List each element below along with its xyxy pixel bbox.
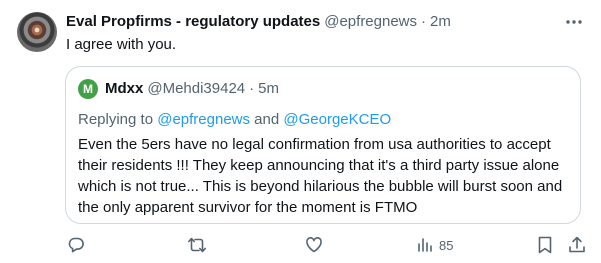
tweet-header: Eval Propfirms - regulatory updates @epf…: [66, 12, 451, 32]
reply-button[interactable]: [67, 234, 85, 256]
quoted-text: Even the 5ers have no legal confirmation…: [78, 136, 563, 216]
avatar[interactable]: [17, 12, 57, 52]
mention-link[interactable]: @GeorgeKCEO: [283, 111, 391, 128]
quoted-tweet[interactable]: M Mdxx @Mehdi39424 · 5m Replying to @epf…: [65, 66, 581, 224]
like-icon: [306, 237, 322, 253]
views-button[interactable]: 85: [417, 234, 453, 256]
tweet[interactable]: Eval Propfirms - regulatory updates @epf…: [0, 0, 601, 263]
like-button[interactable]: [305, 234, 323, 256]
display-name[interactable]: Eval Propfirms - regulatory updates: [66, 12, 320, 32]
share-button[interactable]: [568, 234, 586, 256]
user-handle[interactable]: @epfregnews: [324, 12, 417, 32]
separator-dot: ·: [421, 13, 427, 30]
bookmark-icon: [538, 236, 552, 254]
action-bar: 85: [0, 234, 601, 256]
retweet-icon: [188, 237, 206, 253]
quoted-timestamp[interactable]: 5m: [258, 79, 279, 99]
replying-to: Replying to @epfregnews and @GeorgeKCEO: [78, 110, 391, 130]
reply-icon: [68, 237, 84, 253]
share-icon: [569, 236, 585, 253]
timestamp[interactable]: 2m: [430, 12, 451, 32]
mention-link[interactable]: @epfregnews: [157, 111, 250, 128]
quoted-display-name[interactable]: Mdxx: [105, 79, 143, 99]
views-icon: [418, 238, 432, 252]
replying-and: and: [254, 111, 280, 128]
more-button[interactable]: [563, 12, 585, 32]
more-horizontal-icon: [566, 20, 582, 24]
quoted-user-handle[interactable]: @Mehdi39424: [147, 79, 245, 99]
quoted-header: Mdxx @Mehdi39424 · 5m: [105, 79, 279, 99]
quoted-separator-dot: ·: [249, 80, 255, 97]
quoted-avatar[interactable]: M: [78, 79, 98, 99]
bookmark-button[interactable]: [537, 234, 553, 256]
tweet-text: I agree with you.: [66, 36, 177, 53]
retweet-button[interactable]: [187, 234, 207, 256]
replying-prefix: Replying to: [78, 111, 154, 128]
views-count: 85: [439, 237, 454, 253]
